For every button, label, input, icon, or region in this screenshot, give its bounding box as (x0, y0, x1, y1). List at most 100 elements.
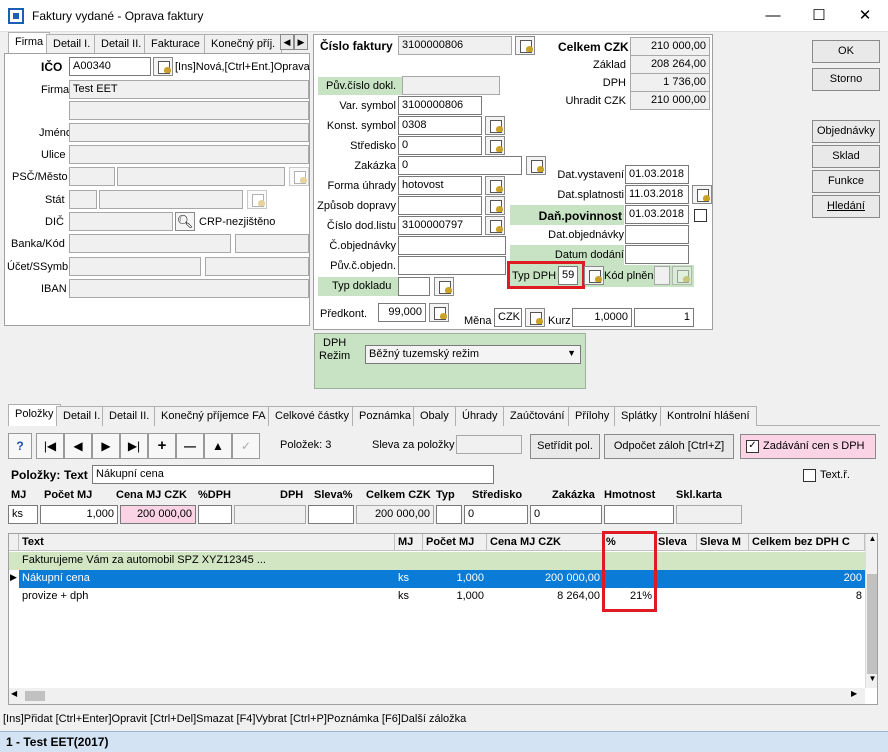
ssymb-input[interactable] (205, 257, 309, 276)
zpusob-lookup-icon[interactable] (485, 196, 505, 215)
prev-icon[interactable]: ◀ (64, 433, 92, 459)
item-pocet-input[interactable]: 1,000 (40, 505, 118, 524)
danpov-checkbox[interactable] (694, 209, 707, 222)
item-sleva-input[interactable] (308, 505, 354, 524)
sklad-button[interactable]: Sklad (812, 145, 880, 168)
cislo-input[interactable]: 3100000806 (398, 36, 512, 55)
item-pctdph-input[interactable] (198, 505, 232, 524)
predkont-lookup-icon[interactable] (429, 303, 449, 322)
tab-celkove-castky[interactable]: Celkové částky (268, 406, 356, 426)
tab-konecny-prijemce[interactable]: Konečný příj. (204, 34, 283, 54)
tab-polozky[interactable]: Položky (8, 404, 61, 426)
mena-input[interactable]: CZK (494, 308, 522, 327)
item-mj-input[interactable]: ks (8, 505, 38, 524)
item-cena-input[interactable]: 200 000,00 (120, 505, 196, 524)
tab-uhrady[interactable]: Úhrady (455, 406, 505, 426)
grid-header-mj[interactable]: MJ (395, 534, 423, 551)
tab-detail-2-bottom[interactable]: Detail II. (102, 406, 157, 426)
datdod-input[interactable] (625, 245, 689, 264)
var-input[interactable]: 3100000806 (398, 96, 482, 115)
search-icon[interactable]: 🔍︎ (175, 212, 195, 231)
kurz-amount-input[interactable]: 1 (634, 308, 694, 327)
table-row[interactable]: Fakturujeme Vám za automobil SPZ XYZ1234… (9, 552, 877, 570)
zadavani-toggle[interactable]: ✓ Zadávání cen s DPH (740, 434, 876, 459)
scroll-thumb[interactable] (867, 574, 877, 674)
cislo-lookup-icon[interactable] (515, 36, 535, 55)
datobj-input[interactable] (625, 225, 689, 244)
dodlist-lookup-icon[interactable] (485, 216, 505, 235)
item-stredisko-input[interactable]: 0 (464, 505, 528, 524)
confirm-icon[interactable]: ✓ (232, 433, 260, 459)
mena-lookup-icon[interactable] (525, 308, 545, 327)
tab-detail-1-bottom[interactable]: Detail I. (56, 406, 108, 426)
tab-prilohy[interactable]: Přílohy (568, 406, 617, 426)
tab-fakturace[interactable]: Fakturace (144, 34, 207, 54)
sleva-input[interactable] (456, 435, 522, 454)
grid-header-celkem[interactable]: Celkem bez DPH C (749, 534, 865, 551)
close-button[interactable]: ✕ (842, 0, 888, 32)
item-sklkarta-input[interactable] (676, 505, 742, 524)
item-typ-input[interactable] (436, 505, 462, 524)
add-icon[interactable]: + (148, 433, 176, 459)
banka-input[interactable] (69, 234, 231, 253)
puvobj-input[interactable] (398, 256, 506, 275)
konst-lookup-icon[interactable] (485, 116, 505, 135)
grid-header-text[interactable]: Text (19, 534, 395, 551)
grid-header-pocet[interactable]: Počet MJ (423, 534, 487, 551)
textr-checkbox[interactable] (803, 469, 816, 482)
storno-button[interactable]: Storno (812, 68, 880, 91)
last-icon[interactable]: ▶| (120, 433, 148, 459)
maximize-button[interactable]: ☐ (796, 0, 842, 32)
grid-header-cena[interactable]: Cena MJ CZK (487, 534, 603, 551)
iban-input[interactable] (69, 279, 309, 298)
forma-lookup-icon[interactable] (485, 176, 505, 195)
forma-input[interactable]: hotovost (398, 176, 482, 195)
scroll-down-icon[interactable]: ▼ (866, 674, 877, 688)
ico-lookup-icon[interactable] (153, 57, 173, 76)
cobj-input[interactable] (398, 236, 506, 255)
zakazka-input[interactable]: 0 (398, 156, 522, 175)
firma-input[interactable]: Test EET (69, 80, 309, 99)
stredisko-lookup-icon[interactable] (485, 136, 505, 155)
remove-icon[interactable]: — (176, 433, 204, 459)
kodplneni-lookup-icon[interactable] (672, 266, 692, 285)
firma-input-2[interactable] (69, 101, 309, 120)
typdokl-input[interactable] (398, 277, 430, 296)
typdph-lookup-icon[interactable] (584, 266, 604, 285)
mesto-input[interactable] (117, 167, 285, 186)
kodplneni-input[interactable] (654, 266, 670, 285)
predkont-input[interactable]: 99,000 (378, 303, 426, 322)
vyst-input[interactable]: 01.03.2018 (625, 165, 689, 184)
splat-lookup-icon[interactable] (692, 185, 712, 204)
tab-konecny-prijemce-fa[interactable]: Konečný příjemce FA (154, 406, 273, 426)
mesto-lookup-icon[interactable] (289, 167, 309, 186)
item-zakazka-input[interactable]: 0 (530, 505, 602, 524)
typdokl-lookup-icon[interactable] (434, 277, 454, 296)
table-row-selected[interactable]: ▶ Nákupní cena ks 1,000 200 000,00 200 (9, 570, 877, 588)
horizontal-scrollbar[interactable]: ◀ ▶ (9, 688, 865, 704)
rezim-select[interactable]: Běžný tuzemský režim ▼ (365, 345, 581, 364)
tab-kontrolni-hlaseni[interactable]: Kontrolní hlášení (660, 406, 757, 426)
item-hmotnost-input[interactable] (604, 505, 674, 524)
stat-input[interactable] (99, 190, 243, 209)
tab-poznamka[interactable]: Poznámka (352, 406, 418, 426)
tab-splatky[interactable]: Splátky (614, 406, 665, 426)
hledani-button[interactable]: Hledání (812, 195, 880, 218)
splat-input[interactable]: 11.03.2018 (625, 185, 689, 204)
kurz-input[interactable]: 1,0000 (572, 308, 632, 327)
help-icon[interactable]: ? (8, 433, 32, 459)
objednavky-button[interactable]: Objednávky (812, 120, 880, 143)
tab-scroll-left[interactable]: ◀ (280, 34, 294, 50)
grid-header-sleva[interactable]: Sleva (655, 534, 697, 551)
scroll-right-icon[interactable]: ▶ (851, 689, 863, 703)
zpusob-input[interactable] (398, 196, 482, 215)
tab-firma[interactable]: Firma (8, 32, 51, 54)
minimize-button[interactable]: — (750, 0, 796, 32)
dodlist-input[interactable]: 3100000797 (398, 216, 482, 235)
tab-zauctovani[interactable]: Zaúčtování (503, 406, 572, 426)
next-icon[interactable]: ▶ (92, 433, 120, 459)
scroll-up-icon[interactable]: ▲ (866, 534, 877, 548)
puv-input[interactable] (402, 76, 500, 95)
ucet-input[interactable] (69, 257, 201, 276)
setridit-button[interactable]: Setřídit pol. (530, 434, 600, 459)
